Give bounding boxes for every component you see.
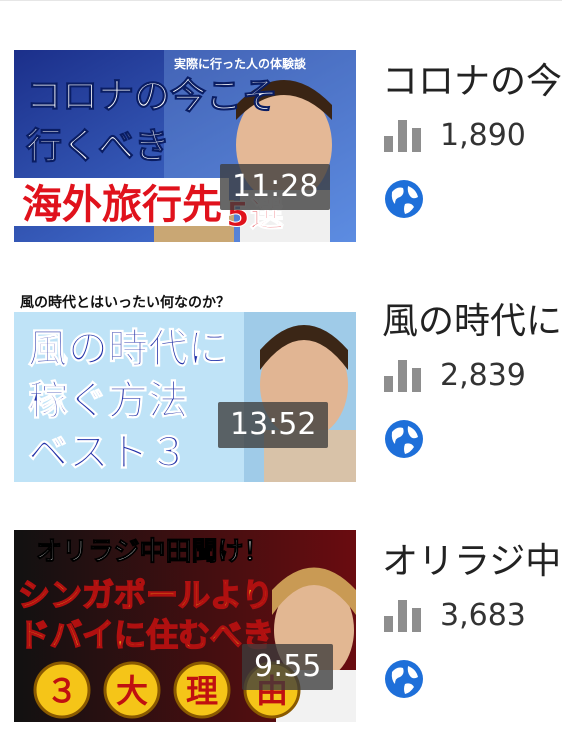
thumbnail-headline: シンガポールより (18, 576, 273, 614)
video-duration: 9:55 (242, 644, 334, 690)
video-duration: 11:28 (220, 164, 331, 210)
globe-icon (385, 180, 423, 218)
bar-chart-icon (384, 600, 421, 632)
video-title[interactable]: 風の時代に (382, 292, 562, 340)
thumbnail-badge: 大 (116, 672, 148, 710)
video-duration: 13:52 (218, 402, 329, 448)
video-list-item[interactable]: 実際に行った人の体験談 コロナの今こそ 行くべき 海外旅行先 5選 11:28 … (0, 50, 562, 242)
thumbnail-headline: ドバイに住むべき (18, 616, 274, 654)
video-list-item[interactable]: 風の時代とはいったい何なのか？ 風の時代に 稼ぐ方法 ベスト３ 13:52 風の… (0, 290, 562, 482)
globe-icon (385, 660, 423, 698)
video-thumbnail[interactable]: オリラジ中田聞け！ シンガポールより ドバイに住むべき ３ 大 理 由 9:55 (14, 530, 356, 722)
view-count-value: 3,683 (440, 598, 526, 633)
thumbnail-headline: コロナの今こそ (26, 76, 278, 117)
thumbnail-headline: 稼ぐ方法 (28, 378, 188, 424)
globe-icon (385, 420, 423, 458)
thumbnail-headline: 海外旅行先 (22, 182, 222, 228)
thumbnail-caption: 風の時代とはいったい何なのか？ (20, 294, 230, 311)
thumbnail-badge: 理 (186, 672, 218, 710)
thumbnail-caption: 実際に行った人の体験談 (174, 56, 307, 71)
video-thumbnail[interactable]: 実際に行った人の体験談 コロナの今こそ 行くべき 海外旅行先 5選 11:28 (14, 50, 356, 242)
thumbnail-headline: 行くべき (26, 126, 170, 167)
top-divider (0, 0, 562, 1)
thumbnail-headline: オリラジ中田聞け！ (36, 537, 269, 567)
video-thumbnail[interactable]: 風の時代とはいったい何なのか？ 風の時代に 稼ぐ方法 ベスト３ 13:52 (14, 290, 356, 482)
video-list-item[interactable]: オリラジ中田聞け！ シンガポールより ドバイに住むべき ３ 大 理 由 9:55… (0, 530, 562, 722)
view-count-value: 2,839 (440, 358, 526, 393)
thumbnail-headline: ベスト３ (28, 430, 189, 476)
bar-chart-icon (384, 120, 421, 152)
thumbnail-headline: 風の時代に (28, 326, 228, 372)
thumbnail-badge: ３ (46, 672, 78, 710)
view-count-value: 1,890 (440, 118, 526, 153)
video-title[interactable]: コロナの今 (382, 52, 562, 100)
bar-chart-icon (384, 360, 421, 392)
video-title[interactable]: オリラジ中 (382, 532, 562, 580)
